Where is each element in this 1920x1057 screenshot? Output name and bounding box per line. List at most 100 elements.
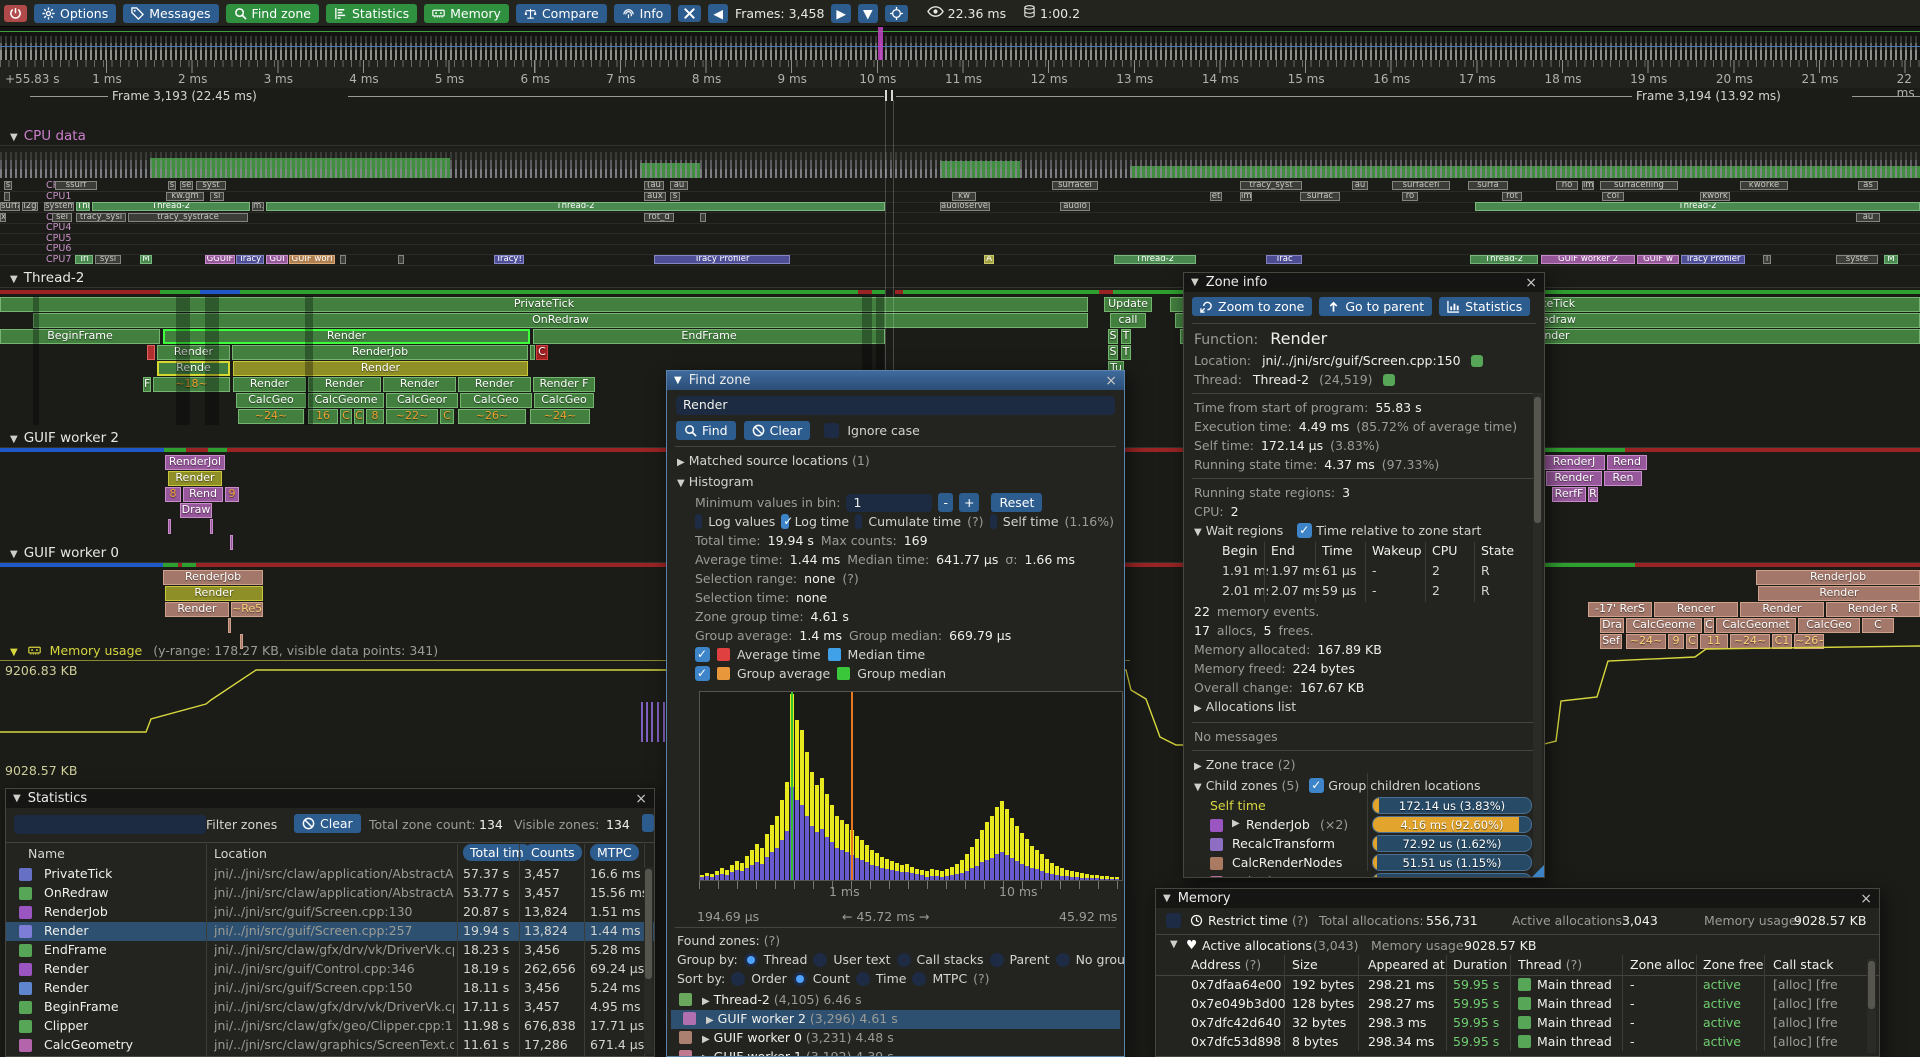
zoom-to-zone-button[interactable]: Zoom to zone	[1192, 297, 1312, 316]
timeline-zone[interactable]: RenderJ	[1543, 455, 1605, 470]
cpu-zone[interactable]: s	[168, 181, 176, 190]
legend-checkbox[interactable]	[695, 666, 710, 681]
child-time-bar[interactable]: 4.16 ms (92.60%)	[1372, 816, 1532, 833]
memory-titlebar[interactable]: ▼Memory ×	[1156, 889, 1879, 908]
cpu-zone[interactable]: Thread-2	[92, 202, 250, 211]
cpu-zone[interactable]: s	[4, 181, 12, 190]
child-time-bar[interactable]: 35.63 us (0.79%)	[1372, 873, 1532, 878]
cpu-zone[interactable]: Tracy	[236, 255, 264, 264]
timeline-zone[interactable]: Render R	[1826, 602, 1920, 617]
timeline-zone[interactable]: Rencer	[1654, 602, 1738, 617]
allocations-list-toggle[interactable]: ▶ Allocations list	[1184, 697, 1544, 718]
cpu-zone[interactable]: Thread-2	[1114, 255, 1196, 264]
statistics-scrollbar[interactable]	[644, 867, 653, 1054]
cpu-zone[interactable]: syste	[1836, 255, 1878, 264]
cpu-zone[interactable]: surfacefling	[1600, 181, 1678, 190]
timeline-zone[interactable]: BeginFrame	[0, 329, 160, 344]
memory-row[interactable]: 0x7dfc42d64032 bytes298.3 ms59.95 sMain …	[1156, 1014, 1879, 1033]
cpu-zone[interactable]: se	[180, 181, 193, 190]
timeline-zone[interactable]: 9	[1668, 634, 1684, 649]
statistics-button[interactable]: Statistics	[1439, 297, 1530, 316]
search-input[interactable]: Render	[676, 396, 1115, 415]
callstack-alloc-link[interactable]: [alloc]	[1773, 1034, 1816, 1049]
expand-icon[interactable]: ▶	[1232, 818, 1240, 829]
timeline-zone[interactable]: Ren	[1604, 471, 1642, 486]
timeline-zone[interactable]: EndFrame	[533, 329, 885, 344]
timeline-zone[interactable]: Rend	[183, 487, 223, 502]
table-row[interactable]: Renderjni/../jni/src/guif/Control.cpp:34…	[6, 960, 654, 979]
col-duration[interactable]: Duration	[1453, 957, 1507, 972]
checkbox-cumulate-time[interactable]	[855, 514, 862, 529]
next-frame-button[interactable]: ▶	[831, 4, 851, 23]
timeline-zone[interactable]: C	[536, 345, 548, 360]
timeline-zone[interactable]: Render	[233, 361, 528, 376]
child-zone-name[interactable]: RenderJob	[1246, 817, 1310, 832]
cpu-zone[interactable]: surfacel	[1052, 181, 1098, 190]
tools-button[interactable]	[678, 5, 701, 22]
timeline-zone[interactable]: Render	[233, 377, 306, 392]
find-zone-button[interactable]: Find zone	[226, 4, 319, 23]
cpu-zone[interactable]: GGUIF	[205, 255, 235, 264]
cpu-zone[interactable]: audio	[1060, 202, 1090, 211]
memory-usage-header[interactable]: ▼ Memory usage (y-range: 178.27 KB, visi…	[10, 643, 438, 658]
timeline-zone[interactable]	[228, 618, 231, 633]
timeline-zone[interactable]: RerfF	[1552, 487, 1586, 502]
timeline-zone[interactable]: Render	[1546, 471, 1602, 486]
cpu-zone[interactable]: surfa	[0, 202, 20, 211]
found-zone-group[interactable]: ▶ GUIF worker 0 (3,231) 4.48 s	[667, 1029, 1124, 1048]
restrict-time-checkbox[interactable]	[1166, 913, 1181, 928]
compare-button[interactable]: Compare	[516, 4, 607, 23]
cpu-zone[interactable]: audioserver [au	[940, 202, 990, 211]
timeline-zone[interactable]: CalcGeome	[1626, 618, 1702, 633]
timeline-zone[interactable]: call	[1110, 313, 1146, 328]
thread-header-guif-worker-0[interactable]: ▼GUIF worker 0	[10, 545, 119, 561]
cpu-zone[interactable]: Tri	[75, 255, 93, 264]
timeline-zone[interactable]: T	[1121, 329, 1131, 344]
timeline-zone[interactable]: PrivateTick	[0, 297, 1088, 312]
memory-scrollbar[interactable]	[1867, 959, 1876, 1053]
cpu-zone[interactable]: sysl	[95, 255, 121, 264]
go-to-parent-button[interactable]: Go to parent	[1319, 297, 1432, 316]
cpu-zone[interactable]: (au	[644, 181, 664, 190]
thread-color-chip[interactable]	[1383, 374, 1395, 386]
table-row[interactable]: OnRedrawjni/../jni/src/claw/application/…	[6, 884, 654, 903]
cpu-zone[interactable]: aux	[644, 192, 666, 201]
radio-order[interactable]	[731, 972, 745, 986]
statistics-button[interactable]: Statistics	[326, 4, 417, 23]
cpu-zone[interactable]: Tracy Profiler	[1681, 255, 1745, 264]
statistics-titlebar[interactable]: ▼Statistics ×	[6, 789, 654, 808]
table-row[interactable]: CalcGeometryjni/../jni/src/claw/graphics…	[6, 1036, 654, 1055]
timeline-zone[interactable]: Render	[383, 377, 456, 392]
cpu-zone[interactable]: ro	[1402, 192, 1418, 201]
thread-value[interactable]: Thread-2	[1253, 372, 1309, 387]
timeline-zone[interactable]: RenderJob	[232, 345, 528, 360]
timeline-zone[interactable]: CalcGeor	[386, 393, 458, 408]
radio-count[interactable]	[793, 972, 807, 986]
cpu-zone[interactable]: surfac	[1300, 192, 1340, 201]
timeline-zone[interactable]: 8	[165, 487, 181, 502]
cpu-zone[interactable]	[340, 255, 346, 264]
frame-label-left[interactable]: Frame 3,193 (22.45 ms)	[112, 89, 257, 103]
timeline-zone[interactable]: R	[1588, 487, 1598, 502]
cpu-zone[interactable]: M	[140, 255, 152, 264]
cpu-zone[interactable]: au	[1856, 213, 1880, 222]
radio-user-text[interactable]	[813, 953, 827, 967]
radio-parent[interactable]	[990, 953, 1004, 967]
active-allocations-tree[interactable]: ▼ ♥ Active allocations (3,043) Memory us…	[1156, 935, 1879, 955]
timeline-zone[interactable]: Render	[157, 345, 230, 360]
timeline-zone[interactable]: -17' RerS	[1588, 602, 1652, 617]
radio-mtpc[interactable]	[912, 972, 926, 986]
timeline-zone[interactable]: CalcGeome	[308, 393, 384, 408]
min-bin-input[interactable]: 1	[846, 494, 932, 512]
timeline-zone[interactable]: Render	[1740, 602, 1824, 617]
zone-info-scrollbar[interactable]	[1533, 393, 1542, 873]
cpu-zone[interactable]: M	[1884, 255, 1898, 264]
timeline-zone[interactable]: CalcGeomet	[1716, 618, 1796, 633]
cpu-zone[interactable]: s	[670, 192, 680, 201]
table-row[interactable]: EndFramejni/../jni/src/claw/gfx/drv/vk/D…	[6, 941, 654, 960]
timeline-zone[interactable]: Rend	[1607, 455, 1647, 470]
col-thread[interactable]: Thread (?)	[1518, 957, 1582, 972]
cpu-zone[interactable]: au	[670, 181, 688, 190]
col-address[interactable]: Address (?)	[1191, 957, 1261, 972]
timeline-zone[interactable]: Render	[308, 377, 381, 392]
